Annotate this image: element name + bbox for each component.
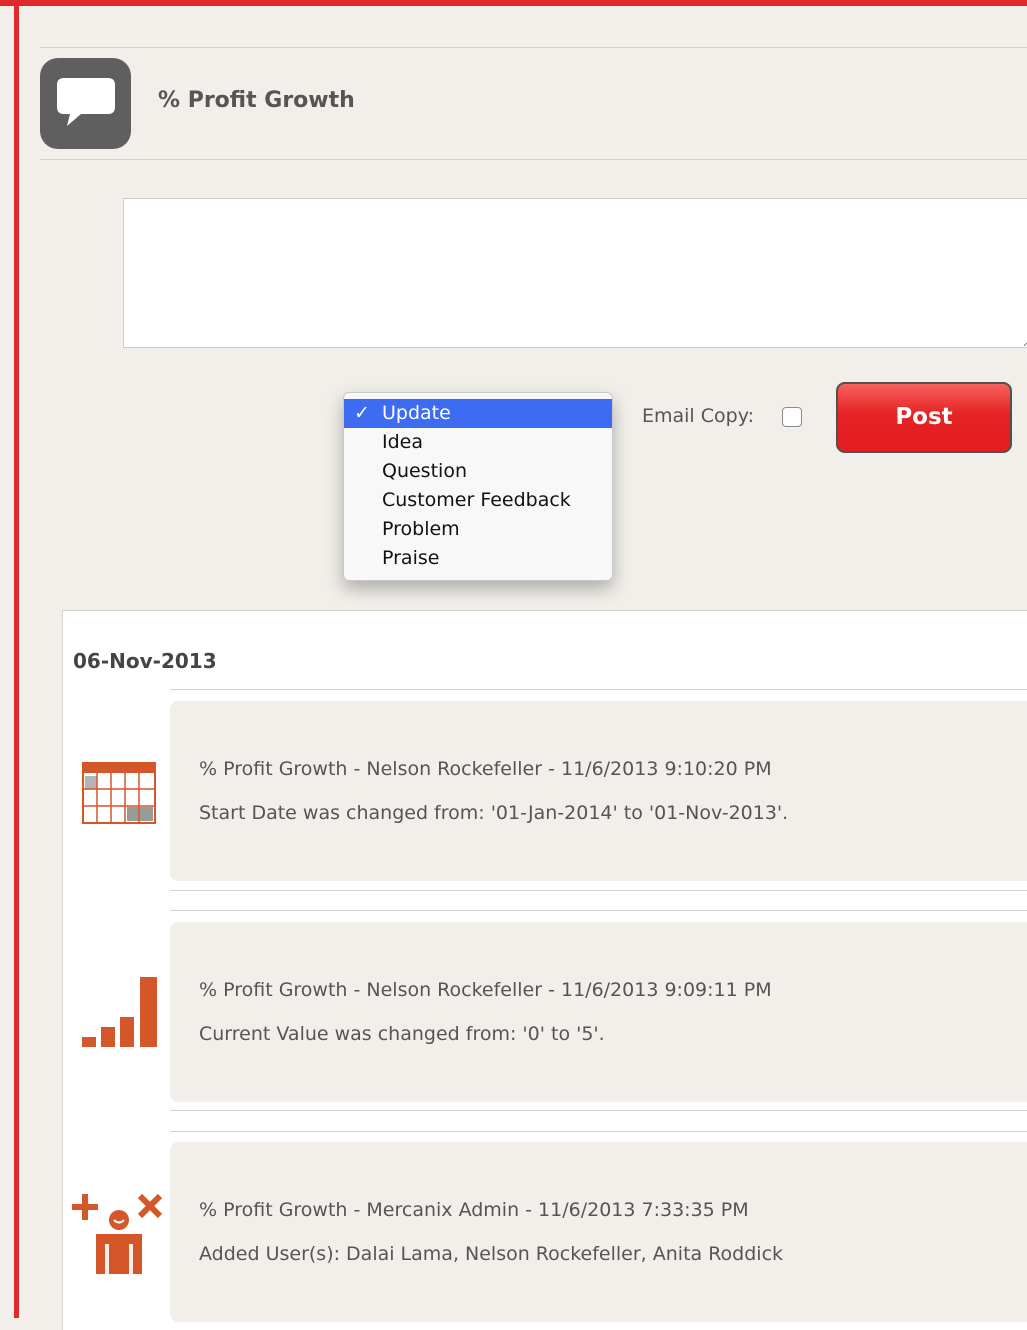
- activity-item: [170, 922, 1027, 1102]
- bar-chart-icon: [82, 977, 158, 1051]
- dropdown-option-praise[interactable]: Praise: [344, 544, 612, 573]
- post-button[interactable]: Post: [836, 382, 1012, 453]
- divider: [40, 159, 1027, 160]
- option-label: Update: [382, 402, 451, 424]
- activity-detail: Start Date was changed from: '01-Jan-201…: [199, 802, 789, 824]
- option-label: Problem: [382, 518, 460, 540]
- add-remove-user-icon: [72, 1192, 164, 1278]
- dropdown-option-problem[interactable]: Problem: [344, 515, 612, 544]
- activity-item: [170, 701, 1027, 881]
- divider: [40, 47, 1027, 48]
- comment-icon: [40, 58, 131, 149]
- dropdown-option-update[interactable]: ✓ Update: [344, 399, 612, 428]
- divider: [170, 689, 1027, 690]
- dropdown-option-customer-feedback[interactable]: Customer Feedback: [344, 486, 612, 515]
- dropdown-option-question[interactable]: Question: [344, 457, 612, 486]
- page-title: % Profit Growth: [158, 88, 355, 113]
- email-copy-checkbox[interactable]: [782, 407, 802, 427]
- option-label: Idea: [382, 431, 423, 453]
- divider: [170, 910, 1027, 911]
- divider: [170, 1110, 1027, 1111]
- dropdown-option-idea[interactable]: Idea: [344, 428, 612, 457]
- option-label: Question: [382, 460, 467, 482]
- option-label: Customer Feedback: [382, 489, 571, 511]
- calendar-icon: [82, 762, 156, 828]
- feed-date-heading: 06-Nov-2013: [73, 649, 217, 673]
- activity-header: % Profit Growth - Nelson Rockefeller - 1…: [199, 758, 772, 780]
- divider: [170, 1131, 1027, 1132]
- divider: [170, 890, 1027, 891]
- activity-detail: Added User(s): Dalai Lama, Nelson Rockef…: [199, 1243, 784, 1265]
- post-type-dropdown[interactable]: ✓ Update Idea Question Customer Feedback…: [343, 392, 613, 581]
- activity-header: % Profit Growth - Mercanix Admin - 11/6/…: [199, 1199, 749, 1221]
- window-left-border: [14, 0, 19, 1318]
- post-textarea[interactable]: [123, 198, 1027, 348]
- activity-detail: Current Value was changed from: '0' to '…: [199, 1023, 605, 1045]
- activity-item: [170, 1142, 1027, 1322]
- checkmark-icon: ✓: [354, 402, 370, 424]
- window-top-border: [0, 0, 1027, 6]
- email-copy-label: Email Copy:: [642, 405, 754, 427]
- option-label: Praise: [382, 547, 440, 569]
- activity-header: % Profit Growth - Nelson Rockefeller - 1…: [199, 979, 772, 1001]
